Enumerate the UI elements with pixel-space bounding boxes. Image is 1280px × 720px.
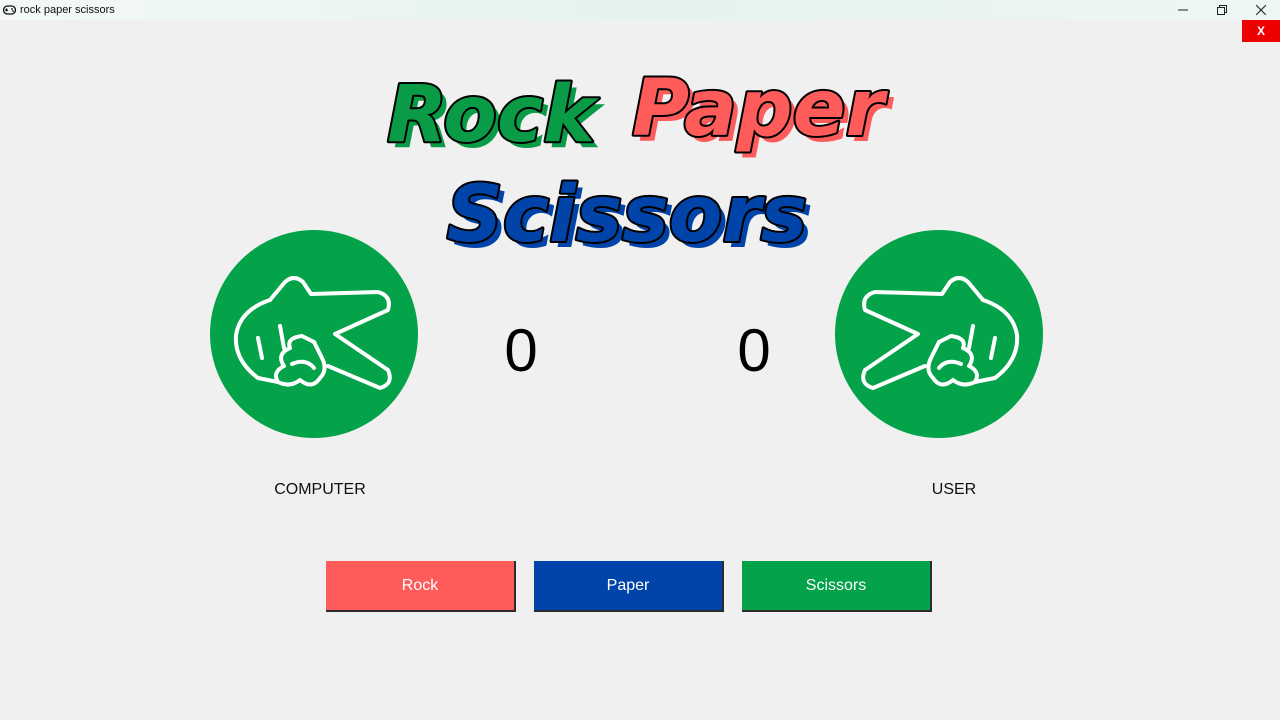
- rock-button[interactable]: Rock: [326, 561, 516, 612]
- computer-score: 0: [504, 317, 538, 384]
- window-close-button[interactable]: [1241, 0, 1280, 20]
- computer-label: COMPUTER: [274, 481, 366, 498]
- computer-hand: [210, 230, 418, 438]
- minimize-button[interactable]: [1163, 0, 1202, 20]
- maximize-button[interactable]: [1202, 0, 1241, 20]
- window-title: rock paper scissors: [20, 4, 115, 16]
- user-score: 0: [737, 317, 771, 384]
- restore-icon: [1216, 5, 1227, 15]
- scissors-button[interactable]: Scissors: [742, 561, 932, 612]
- paper-button[interactable]: Paper: [534, 561, 724, 612]
- svg-text:Paper: Paper: [632, 64, 889, 154]
- game-logo: Rock Rock Paper Paper Scissors Scissors: [385, 62, 895, 265]
- user-label: USER: [931, 481, 977, 498]
- close-icon: [1255, 5, 1266, 15]
- logo-scissors-word: Scissors Scissors: [445, 168, 813, 265]
- logo-rock-word: Rock Rock: [385, 68, 605, 166]
- gamepad-icon: [2, 3, 16, 17]
- window-titlebar: rock paper scissors: [0, 0, 1280, 20]
- exit-button[interactable]: X: [1242, 20, 1280, 42]
- scissors-hand-icon: [861, 276, 1020, 390]
- svg-text:Scissors: Scissors: [447, 170, 807, 260]
- user-hand: [835, 230, 1043, 438]
- svg-text:Rock: Rock: [387, 70, 599, 160]
- logo-paper-word: Paper Paper: [630, 62, 895, 160]
- window-controls: [1163, 0, 1280, 20]
- minimize-icon: [1177, 9, 1188, 11]
- scissors-hand-icon: [233, 276, 392, 390]
